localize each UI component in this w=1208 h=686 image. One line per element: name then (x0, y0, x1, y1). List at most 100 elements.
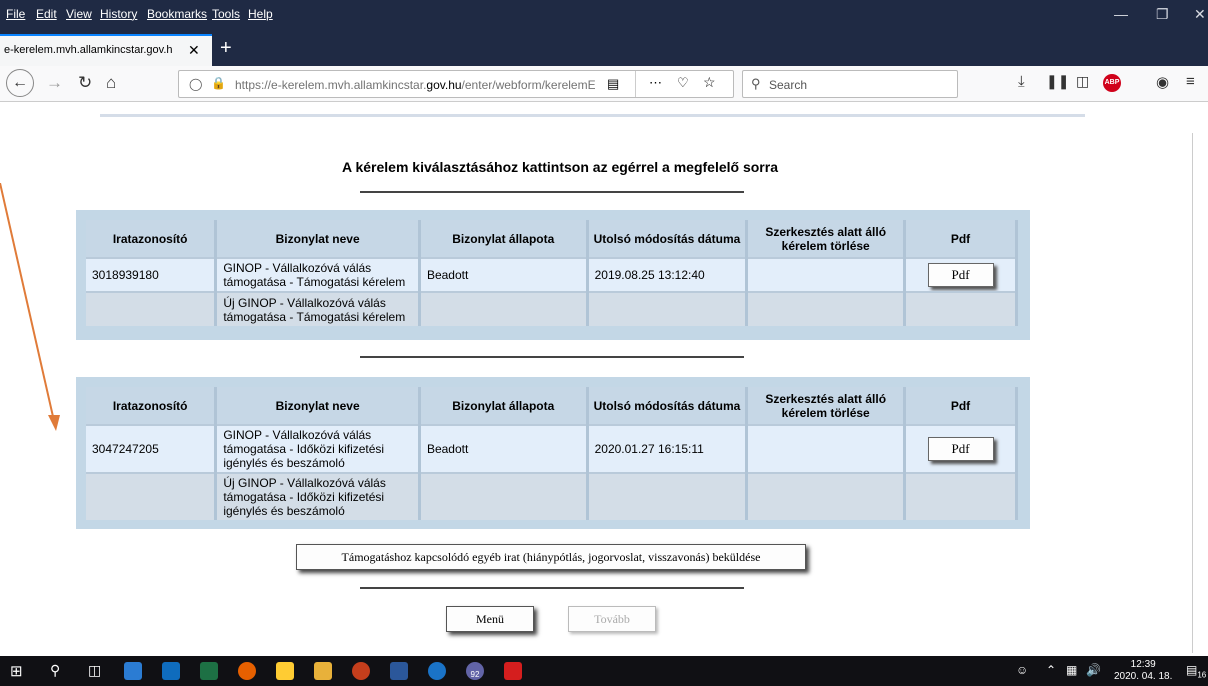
lock-icon[interactable]: 🔒 (211, 76, 226, 90)
store-icon[interactable] (276, 662, 294, 680)
search-icon: ⚲ (751, 76, 761, 91)
network-icon[interactable]: ▦ (1066, 663, 1077, 677)
cell-id: 3047247205 (86, 424, 218, 473)
cell-status: Beadott (419, 424, 589, 473)
cell-delete (746, 472, 907, 520)
tab-bar: e-kerelem.mvh.allamkincstar.gov.h ✕ + (0, 32, 1208, 66)
reader-view-icon[interactable]: ▤ (607, 76, 619, 92)
menu-bookmarks[interactable]: Bookmarks (147, 7, 207, 21)
menu-file[interactable]: File (6, 7, 25, 21)
skype-icon[interactable] (428, 662, 446, 680)
file-explorer-icon[interactable] (314, 662, 332, 680)
search-taskbar-icon[interactable]: ⚲ (50, 662, 60, 679)
cell-pdf: Pdf (904, 257, 1018, 292)
next-button[interactable]: Tovább (568, 606, 656, 632)
notification-icon[interactable]: ▤16 (1186, 663, 1206, 679)
teams-icon[interactable]: 92 (466, 662, 484, 680)
table-row[interactable]: Új GINOP - Vállalkozóvá válás támogatása… (86, 291, 1018, 326)
col-header-delete: Szerkesztés alatt álló kérelem törlése (746, 387, 907, 425)
edge-icon[interactable] (124, 662, 142, 680)
cell-date: 2020.01.27 16:15:11 (587, 424, 749, 473)
col-header-name: Bizonylat neve (215, 220, 421, 258)
page-heading: A kérelem kiválasztásához kattintson az … (341, 159, 778, 175)
table-header-row: Iratazonosító Bizonylat neve Bizonylat á… (86, 220, 1018, 258)
cell-name: Új GINOP - Vállalkozóvá válás támogatása… (215, 472, 421, 520)
col-header-pdf: Pdf (904, 387, 1018, 425)
menu-button[interactable]: Menü (446, 606, 534, 632)
col-header-id: Iratazonosító (86, 387, 218, 425)
pocket-icon[interactable]: ♡ (677, 75, 689, 91)
table-row[interactable]: Új GINOP - Vállalkozóvá válás támogatása… (86, 472, 1018, 520)
pdf-button[interactable]: Pdf (927, 263, 994, 287)
menu-history[interactable]: History (100, 7, 137, 21)
new-tab-icon[interactable]: + (220, 37, 232, 60)
tab-close-icon[interactable]: ✕ (188, 42, 200, 59)
powerpoint-icon[interactable] (352, 662, 370, 680)
cell-status (419, 291, 589, 326)
col-header-name: Bizonylat neve (215, 387, 421, 425)
menu-edit[interactable]: Edit (36, 7, 57, 21)
cell-id (86, 472, 218, 520)
search-bar[interactable]: ⚲ Search (742, 70, 958, 98)
col-header-status: Bizonylat állapota (419, 387, 589, 425)
shield-icon[interactable]: ◯ (189, 77, 202, 91)
cell-delete (746, 257, 907, 292)
account-icon[interactable]: ◉ (1156, 73, 1169, 91)
back-icon[interactable]: ← (6, 69, 34, 97)
firefox-icon[interactable] (238, 662, 256, 680)
pdf-button[interactable]: Pdf (927, 437, 994, 461)
tray-chevron-icon[interactable]: ⌃ (1046, 663, 1056, 677)
cell-id (86, 291, 218, 326)
table-row[interactable]: 3018939180 GINOP - Vállalkozóvá válás tá… (86, 257, 1018, 292)
menu-help[interactable]: Help (248, 7, 273, 21)
adblock-icon[interactable]: ABP (1103, 74, 1121, 92)
url-bar[interactable]: ◯ 🔒 https://e-kerelem.mvh.allamkincstar.… (178, 70, 734, 98)
url-text: https://e-kerelem.mvh.allamkincstar.gov.… (235, 78, 595, 92)
submit-other-document-button[interactable]: Támogatáshoz kapcsolódó egyéb irat (hián… (296, 544, 806, 570)
task-view-icon[interactable]: ◫ (88, 662, 101, 679)
scrollbar[interactable] (1192, 133, 1208, 653)
col-header-date: Utolsó módosítás dátuma (587, 220, 749, 258)
notification-count: 16 (1197, 670, 1207, 680)
bookmark-star-icon[interactable]: ☆ (703, 74, 716, 91)
outlook-icon[interactable] (162, 662, 180, 680)
col-header-id: Iratazonosító (86, 220, 218, 258)
cell-id: 3018939180 (86, 257, 218, 292)
acrobat-icon[interactable] (504, 662, 522, 680)
annotation-arrow (0, 183, 60, 431)
home-icon[interactable]: ⌂ (106, 73, 116, 93)
people-icon[interactable]: ☺ (1016, 663, 1028, 677)
divider (360, 356, 744, 358)
nav-bar: ← → ↻ ⌂ ◯ 🔒 https://e-kerelem.mvh.allamk… (0, 66, 1208, 102)
cell-pdf: Pdf (904, 424, 1018, 473)
tab-active[interactable]: e-kerelem.mvh.allamkincstar.gov.h ✕ (0, 34, 212, 66)
menu-view[interactable]: View (66, 7, 92, 21)
table-row[interactable]: 3047247205 GINOP - Vállalkozóvá válás tá… (86, 424, 1018, 473)
cell-name: GINOP - Vállalkozóvá válás támogatása - … (215, 257, 421, 292)
table-header-row: Iratazonosító Bizonylat neve Bizonylat á… (86, 387, 1018, 425)
cell-status (419, 472, 589, 520)
more-actions-icon[interactable]: ⋯ (649, 75, 662, 91)
windows-start-icon[interactable]: ⊞ (10, 662, 23, 680)
divider (360, 191, 744, 193)
tray-clock[interactable]: 12:39 2020. 04. 18. (1114, 659, 1172, 683)
download-icon[interactable]: ⤓ (1018, 73, 1025, 90)
teams-badge: 92 (470, 670, 480, 679)
minimize-icon[interactable]: — (1114, 6, 1128, 22)
close-window-icon[interactable]: ✕ (1194, 6, 1206, 23)
sidebar-icon[interactable]: ◫ (1076, 73, 1089, 90)
library-icon[interactable]: ❚❚ (1046, 73, 1069, 90)
menu-tools[interactable]: Tools (212, 7, 240, 21)
cell-date (587, 472, 749, 520)
forward-icon[interactable]: → (46, 73, 63, 93)
hamburger-menu-icon[interactable]: ≡ (1186, 73, 1195, 90)
excel-icon[interactable] (200, 662, 218, 680)
url-divider (635, 71, 636, 97)
restore-icon[interactable]: ❐ (1156, 6, 1169, 23)
reload-icon[interactable]: ↻ (78, 73, 92, 93)
cell-delete (746, 424, 907, 473)
volume-icon[interactable]: 🔊 (1086, 663, 1101, 677)
application-table-2: Iratazonosító Bizonylat neve Bizonylat á… (86, 387, 1018, 520)
word-icon[interactable] (390, 662, 408, 680)
search-placeholder: Search (769, 78, 808, 92)
